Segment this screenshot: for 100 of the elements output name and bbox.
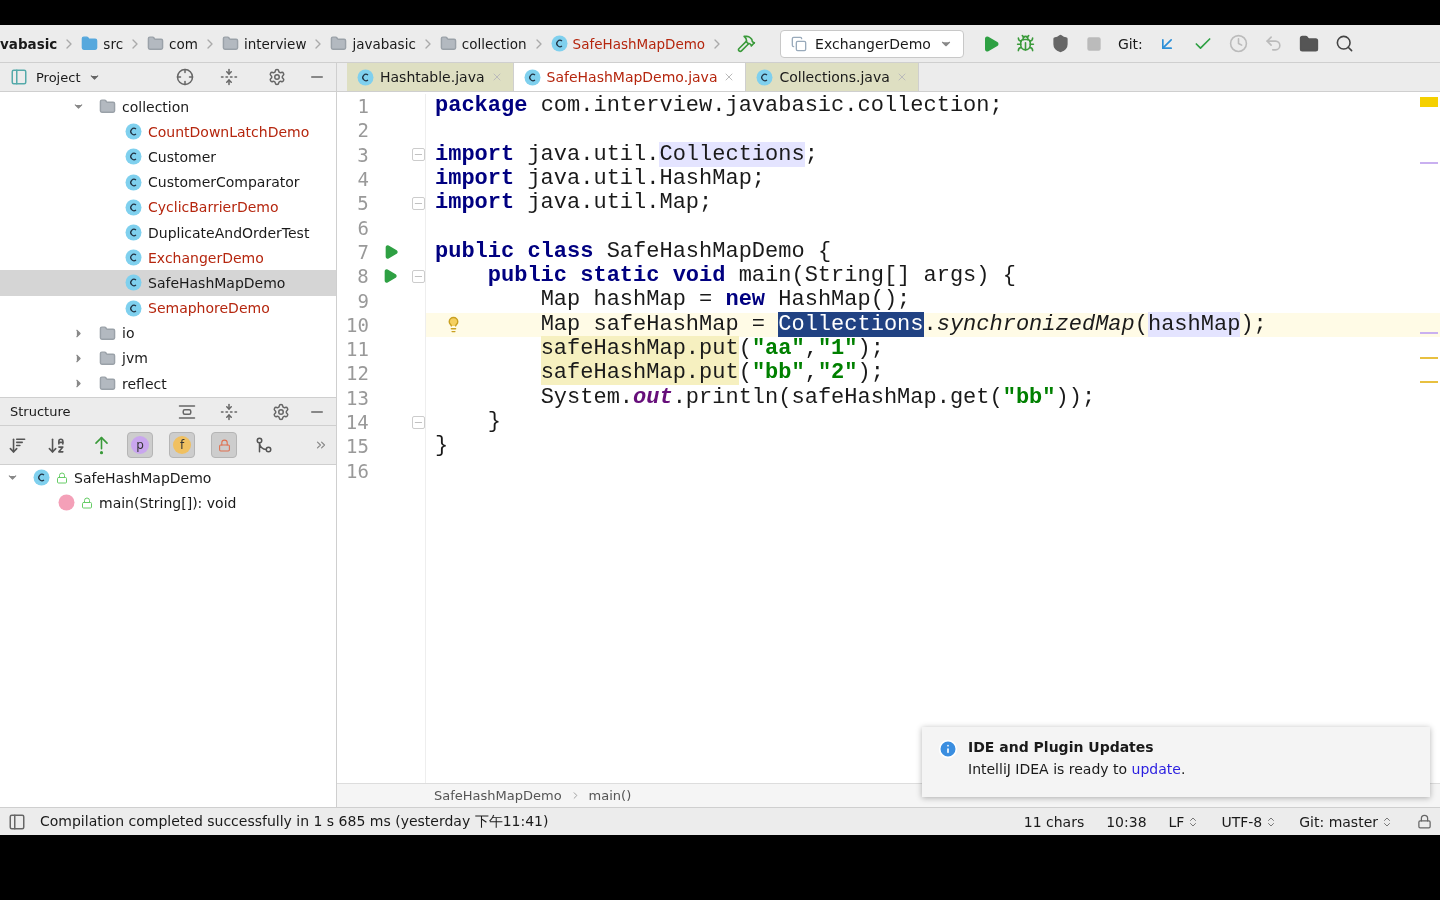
filter-toggle[interactable] [211,432,237,458]
editor-tab[interactable]: Collections.java [746,63,919,91]
lock-icon[interactable] [1417,814,1432,829]
editor-tab[interactable]: Hashtable.java [347,63,514,91]
editor-tab[interactable]: SafeHashMapDemo.java [513,63,747,91]
line-number: 2 [356,119,369,142]
breadcrumb-item[interactable]: src [81,35,124,52]
line-number: 13 [345,386,369,409]
line-number: 11 [345,338,369,361]
class-icon [357,68,374,86]
line-number: 4 [356,168,369,191]
tool-windows-icon[interactable] [8,812,26,831]
tree-item[interactable]: collection [0,94,336,120]
fold-icon[interactable] [412,148,425,162]
tree-item[interactable]: io [0,320,336,346]
breadcrumb-item[interactable]: SafeHashMapDemo [550,35,706,52]
filter-toggle[interactable]: f [169,432,195,458]
tree-item-label: Customer [148,148,216,165]
tree-item[interactable]: DuplicateAndOrderTest [0,219,336,246]
tree-item[interactable]: Customer [0,144,336,170]
sort-icon[interactable] [8,435,27,455]
arrow-up-icon[interactable] [92,435,111,455]
folder-icon [147,35,165,52]
status-item: 10:38 [1106,813,1147,830]
run-icon[interactable] [383,243,399,260]
sort-alpha-icon[interactable] [47,435,66,455]
folder-icon [99,375,116,393]
status-item[interactable]: Git: master [1299,813,1393,830]
code-token: public class [435,238,594,264]
tree-item[interactable]: SemaphoreDemo [0,295,336,321]
run-icon[interactable] [382,268,399,285]
tree-item[interactable]: reflect [0,371,336,397]
tree-item[interactable]: jvm [0,345,336,372]
debug-icon[interactable] [1015,34,1035,53]
collapse-icon[interactable] [220,68,238,86]
updown-icon [1381,815,1393,828]
clock-icon[interactable] [1228,34,1248,53]
code-token: import [435,141,515,167]
tree-item[interactable]: CustomerComparator [0,169,336,195]
breadcrumb-item[interactable]: SafeHashMapDemo [434,788,562,803]
fold-icon[interactable] [412,415,425,429]
lock-icon [217,438,231,452]
code-token: . [923,311,937,337]
panel-title[interactable]: Project [36,69,81,85]
undo-icon[interactable] [1263,34,1283,53]
tree-item[interactable]: SafeHashMapDemo [0,465,336,491]
class-icon [125,173,142,191]
status-message: Compilation completed successfully in 1 s 685 ms (yesterday 下午11:41) [40,812,549,831]
status-item[interactable]: LF [1168,813,1200,830]
search-icon[interactable] [1334,34,1354,53]
code-token: java.util.HashMap; [527,165,766,191]
breadcrumb-item[interactable]: javabasic [330,35,416,52]
line-number: 16 [345,459,369,482]
breadcrumb-item[interactable]: main() [588,788,632,803]
run-config-dropdown[interactable]: ExchangerDemo [780,29,964,58]
code-token: package [435,93,528,118]
filter-toggle[interactable]: p [127,432,153,458]
update-link[interactable]: update [1131,761,1181,777]
more-icon[interactable] [314,438,328,452]
tree-item[interactable]: CyclicBarrierDemo [0,194,336,220]
hammer-icon[interactable] [737,34,757,53]
line-number: 5 [356,192,369,215]
merge-icon[interactable] [255,436,273,454]
code-token: Collections [659,141,805,167]
fold-icon[interactable] [412,269,425,283]
tree-item[interactable]: SafeHashMapDemo [0,270,336,296]
breadcrumb-item[interactable]: vabasic [0,35,58,52]
tree-item[interactable]: CountDownLatchDemo [0,119,336,145]
tree-item[interactable]: ExchangerDemo [0,245,336,271]
crosshair-icon[interactable] [176,68,194,86]
folder-icon [99,349,116,367]
folder-icon [221,35,239,52]
class-icon [756,68,774,86]
tree-item[interactable]: main(String[]): void [0,490,336,516]
code-token: .println(safeHashMap.get( [672,384,1003,410]
breadcrumb-item[interactable]: com [147,35,198,52]
code-token: "1" [817,335,858,361]
code-token: , [804,335,818,361]
folder-icon [81,35,99,52]
collapse-icon[interactable] [220,402,238,421]
class-icon [125,249,142,267]
status-item: 11 chars [1023,813,1085,830]
class-icon [125,224,142,242]
fold-icon[interactable] [412,196,425,210]
code-token: Map safeHashMap = [540,311,767,337]
folder-icon[interactable] [1298,33,1319,54]
line-number: 8 [356,265,369,288]
panel-icon [10,68,28,86]
shield-icon[interactable] [1050,34,1070,53]
folder-icon [99,324,116,342]
code-token: import [435,190,515,216]
settings-icon[interactable] [268,68,286,86]
settings-icon[interactable] [272,402,290,421]
expand-all-icon[interactable] [178,402,196,421]
breadcrumb-item[interactable]: interview [221,35,307,52]
status-item[interactable]: UTF-8 [1221,813,1278,830]
stop-icon[interactable] [1085,35,1102,52]
tree-item-label: SafeHashMapDemo [148,274,286,291]
breadcrumb-item[interactable]: collection [439,35,527,52]
code-token: "2" [817,360,858,386]
